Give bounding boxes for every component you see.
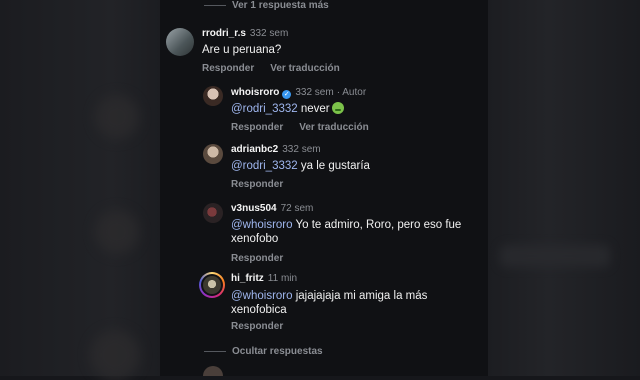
comments-panel: Ver 1 respuesta más rrodri_r.s 332 sem Ar… (160, 0, 488, 376)
verified-badge-icon: ✓ (282, 90, 292, 99)
author-label: · Autor (336, 87, 367, 98)
mention-link[interactable]: @rodri_3332 (231, 160, 298, 172)
blurred-avatar (95, 210, 139, 254)
view-more-replies-link[interactable]: Ver 1 respuesta más (204, 0, 329, 11)
timestamp: 72 sem (280, 203, 314, 214)
avatar[interactable] (203, 86, 223, 106)
blurred-avatar (90, 330, 140, 380)
mention-link[interactable]: @whoisroro (231, 219, 293, 231)
timestamp: 332 sem (295, 87, 334, 98)
reply-button[interactable]: Responder (231, 179, 283, 190)
mention-link[interactable]: @whoisroro (231, 290, 293, 302)
mention-link[interactable]: @rodri_3332 (231, 103, 298, 115)
username[interactable]: whoisroro (231, 87, 279, 98)
story-ring-avatar[interactable] (199, 272, 225, 298)
username[interactable]: hi_fritz (231, 273, 264, 284)
timestamp: 332 sem (249, 28, 289, 39)
reply-button[interactable]: Responder (231, 321, 283, 332)
see-translation-button[interactable]: Ver traducción (299, 122, 368, 133)
username[interactable]: v3nus504 (231, 203, 277, 214)
comment-text: @whoisroro jajajajaja mi amiga la más xe… (231, 290, 428, 316)
blurred-background-right (488, 0, 640, 376)
timestamp: 11 min (267, 273, 298, 284)
avatar[interactable] (203, 366, 223, 376)
comment-text: Are u peruana? (202, 44, 282, 56)
reply-button[interactable]: Responder (231, 122, 283, 133)
avatar[interactable] (166, 28, 194, 56)
see-translation-button[interactable]: Ver traducción (270, 63, 339, 74)
reply-button[interactable]: Responder (231, 253, 283, 264)
comment-text: @whoisroro Yo te admiro, Roro, pero eso … (231, 219, 462, 245)
blurred-avatar (95, 95, 139, 139)
nauseated-face-emoji-icon (331, 102, 344, 114)
divider-line (204, 350, 226, 352)
reply-button[interactable]: Responder (202, 63, 254, 74)
avatar[interactable] (203, 144, 223, 164)
comment-text: @rodri_3332 never (231, 102, 344, 116)
blurred-background-left (0, 0, 160, 376)
timestamp: 332 sem (282, 144, 321, 155)
blurred-element (500, 245, 610, 267)
username[interactable]: rrodri_r.s (202, 28, 246, 39)
username[interactable]: adrianbc2 (231, 144, 278, 155)
comment-text: @rodri_3332 ya le gustaría (231, 160, 370, 172)
avatar[interactable] (203, 203, 223, 223)
hide-replies-link[interactable]: Ocultar respuestas (204, 346, 323, 357)
divider-line (204, 4, 226, 6)
